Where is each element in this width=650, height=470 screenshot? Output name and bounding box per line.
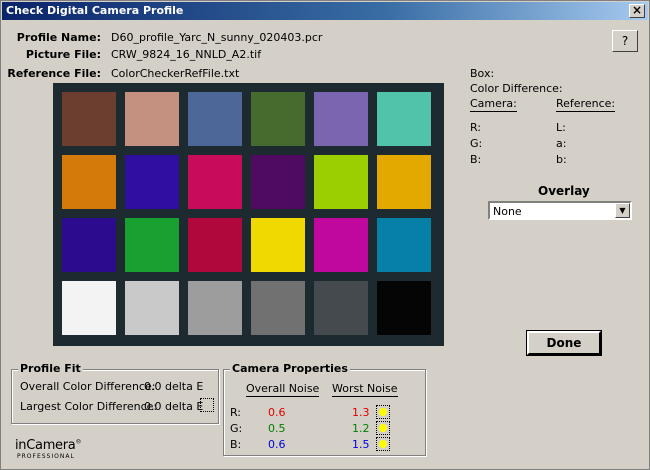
profile-name-value: D60_profile_Yarc_N_sunny_020403.pcr xyxy=(111,31,323,44)
camera-row-b: B: xyxy=(470,153,482,166)
color-patch[interactable] xyxy=(314,281,368,335)
picture-file-label: Picture File: xyxy=(25,48,101,61)
color-patch[interactable] xyxy=(314,218,368,272)
reference-row-b: b: xyxy=(556,153,567,166)
overlay-select[interactable]: None ▼ xyxy=(488,201,632,220)
color-patch[interactable] xyxy=(377,218,431,272)
color-patch[interactable] xyxy=(251,218,305,272)
color-patch[interactable] xyxy=(188,92,242,146)
close-icon: × xyxy=(631,3,643,17)
profile-fit-group: Profile Fit Overall Color Difference: 0.… xyxy=(11,362,219,424)
done-button[interactable]: Done xyxy=(526,330,602,356)
worst-noise-header: Worst Noise xyxy=(332,382,398,397)
largest-color-difference-value: 0.0 delta E xyxy=(144,400,204,413)
logo-brand: inCamera xyxy=(15,438,76,453)
overall-noise-value: 0.6 xyxy=(268,406,286,419)
color-patch[interactable] xyxy=(62,92,116,146)
worst-noise-marker[interactable] xyxy=(376,405,390,419)
window-title: Check Digital Camera Profile xyxy=(6,4,184,17)
color-patch[interactable] xyxy=(62,281,116,335)
help-icon: ? xyxy=(621,34,629,48)
color-patch[interactable] xyxy=(251,281,305,335)
reference-row-l: L: xyxy=(556,121,566,134)
worst-noise-marker[interactable] xyxy=(376,437,390,451)
worst-noise-marker[interactable] xyxy=(376,421,390,435)
color-checker-chart[interactable] xyxy=(53,83,444,346)
color-patch[interactable] xyxy=(125,281,179,335)
overlay-selected-value: None xyxy=(493,205,522,218)
color-patch[interactable] xyxy=(377,155,431,209)
overall-noise-header: Overall Noise xyxy=(246,382,320,397)
reference-header: Reference: xyxy=(556,97,616,112)
reference-row-a: a: xyxy=(556,137,567,150)
color-difference-label: Color Difference: xyxy=(470,82,563,95)
title-bar: Check Digital Camera Profile × xyxy=(2,2,648,20)
color-patch[interactable] xyxy=(62,155,116,209)
box-label: Box: xyxy=(470,67,495,80)
camera-row-g: G: xyxy=(470,137,483,150)
color-patch[interactable] xyxy=(314,155,368,209)
profile-fit-title: Profile Fit xyxy=(18,362,83,375)
color-patch[interactable] xyxy=(251,92,305,146)
close-button[interactable]: × xyxy=(629,4,645,18)
camera-header: Camera: xyxy=(470,97,517,112)
reference-file-value: ColorCheckerRefFile.txt xyxy=(111,67,240,80)
color-patch[interactable] xyxy=(125,92,179,146)
color-patch[interactable] xyxy=(377,92,431,146)
worst-noise-value: 1.5 xyxy=(352,438,370,451)
dialog-window: Check Digital Camera Profile × Profile N… xyxy=(0,0,650,470)
logo-sub: PROFESSIONAL xyxy=(17,453,75,460)
color-patch[interactable] xyxy=(188,281,242,335)
noise-channel-label: B: xyxy=(230,438,242,451)
help-button[interactable]: ? xyxy=(612,30,638,52)
worst-noise-value: 1.2 xyxy=(352,422,370,435)
color-patch[interactable] xyxy=(125,155,179,209)
color-patch[interactable] xyxy=(188,155,242,209)
logo-mark: ® xyxy=(75,438,82,446)
color-patch[interactable] xyxy=(377,281,431,335)
noise-channel-label: G: xyxy=(230,422,243,435)
overall-noise-value: 0.5 xyxy=(268,422,286,435)
camera-row-r: R: xyxy=(470,121,482,134)
largest-difference-swatch[interactable] xyxy=(200,398,214,412)
color-patch[interactable] xyxy=(251,155,305,209)
color-patch[interactable] xyxy=(125,218,179,272)
camera-properties-title: Camera Properties xyxy=(230,362,350,375)
color-patch[interactable] xyxy=(188,218,242,272)
overlay-title: Overlay xyxy=(538,184,590,198)
color-patch[interactable] xyxy=(62,218,116,272)
incamera-logo: inCamera® PROFESSIONAL xyxy=(15,438,81,460)
reference-file-label: Reference File: xyxy=(7,67,101,80)
overall-noise-value: 0.6 xyxy=(268,438,286,451)
profile-name-label: Profile Name: xyxy=(16,31,101,44)
noise-channel-label: R: xyxy=(230,406,242,419)
picture-file-value: CRW_9824_16_NNLD_A2.tif xyxy=(111,48,262,61)
chevron-down-icon[interactable]: ▼ xyxy=(615,203,630,218)
worst-noise-value: 1.3 xyxy=(352,406,370,419)
camera-properties-group: Camera Properties Overall Noise Worst No… xyxy=(223,362,426,456)
largest-color-difference-label: Largest Color Difference: xyxy=(20,400,158,413)
overall-color-difference-label: Overall Color Difference: xyxy=(20,380,156,393)
overall-color-difference-value: 0.0 delta E xyxy=(144,380,204,393)
color-patch[interactable] xyxy=(314,92,368,146)
